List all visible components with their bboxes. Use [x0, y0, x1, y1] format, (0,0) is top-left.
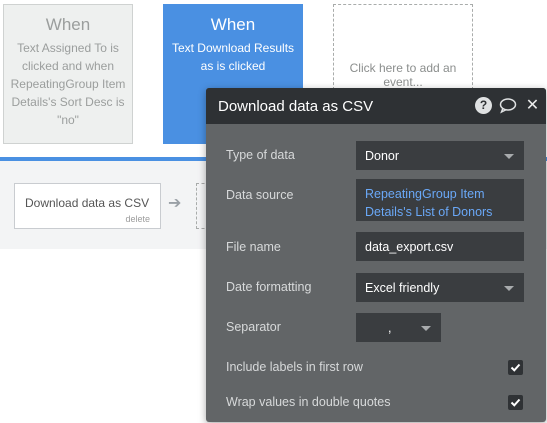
separator-label: Separator	[226, 320, 281, 334]
wrap-values-label: Wrap values in double quotes	[226, 395, 391, 409]
separator-select[interactable]: ,	[356, 313, 441, 342]
event-description: Text Assigned To is clicked and when Rep…	[10, 41, 126, 127]
type-of-data-label: Type of data	[226, 148, 295, 162]
event-card-assigned-to[interactable]: When Text Assigned To is clicked and whe…	[3, 4, 133, 144]
action-step-download-csv[interactable]: Download data as CSV delete	[14, 183, 161, 229]
type-of-data-value: Donor	[365, 149, 400, 163]
event-when-label: When	[210, 15, 256, 34]
data-source-expression-line1[interactable]: RepeatingGroup Item	[365, 185, 485, 203]
data-source-label: Data source	[226, 188, 294, 202]
property-editor-panel: Download data as CSV ? ✕ Type of data Do…	[206, 88, 546, 422]
type-of-data-select[interactable]: Donor	[356, 141, 524, 170]
file-name-label: File name	[226, 240, 281, 254]
file-name-value: data_export.csv	[365, 240, 454, 254]
comment-icon[interactable]	[499, 97, 517, 114]
delete-action-link[interactable]: delete	[125, 214, 150, 224]
chevron-down-icon	[504, 154, 514, 159]
panel-title: Download data as CSV	[218, 98, 374, 115]
close-icon[interactable]: ✕	[524, 97, 541, 114]
include-labels-checkbox[interactable]	[508, 360, 523, 375]
date-formatting-select[interactable]: Excel friendly	[356, 273, 524, 302]
event-when-label: When	[45, 15, 91, 34]
include-labels-label: Include labels in first row	[226, 360, 363, 374]
add-event-slot[interactable]: Click here to add an event...	[333, 4, 473, 90]
separator-value: ,	[388, 321, 392, 335]
add-event-label: Click here to add an event...	[349, 61, 457, 89]
file-name-input[interactable]: data_export.csv	[356, 232, 524, 261]
chevron-down-icon	[504, 286, 514, 291]
wrap-values-checkbox[interactable]	[508, 395, 523, 410]
checkmark-icon	[510, 398, 521, 407]
data-source-field[interactable]: RepeatingGroup Item Details's List of Do…	[356, 179, 524, 221]
date-formatting-label: Date formatting	[226, 280, 312, 294]
arrow-right-icon: ➔	[168, 195, 182, 212]
chevron-down-icon	[421, 326, 431, 331]
date-formatting-value: Excel friendly	[365, 281, 440, 295]
action-step-label: Download data as CSV	[25, 196, 150, 210]
data-source-expression-line2[interactable]: Details's List of Donors	[365, 203, 492, 221]
panel-header: Download data as CSV ? ✕	[206, 88, 546, 124]
help-icon[interactable]: ?	[475, 97, 492, 114]
event-description: Text Download Results as is clicked	[171, 41, 295, 73]
checkmark-icon	[510, 363, 521, 372]
